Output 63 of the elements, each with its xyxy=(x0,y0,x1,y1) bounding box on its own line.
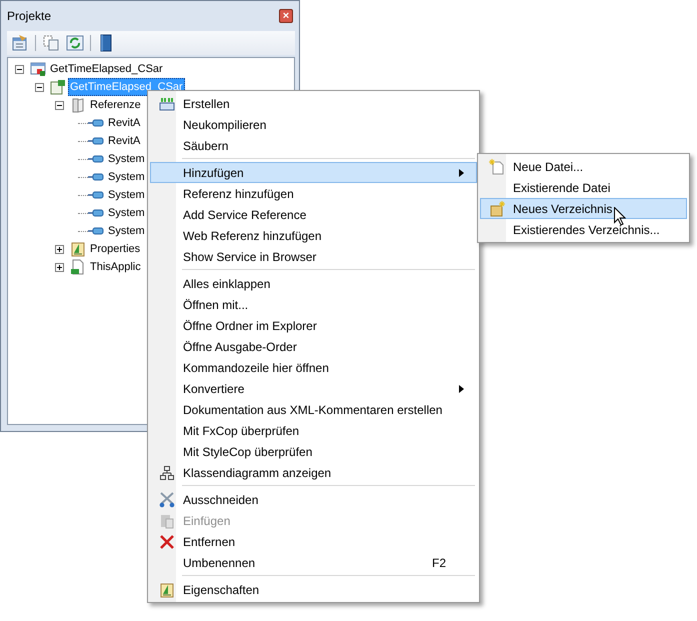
new-file-icon xyxy=(489,158,505,174)
expander[interactable] xyxy=(35,82,44,92)
tree-item[interactable]: Properties xyxy=(88,240,142,258)
menu-item[interactable]: Konvertiere xyxy=(150,378,477,399)
expander[interactable] xyxy=(55,100,64,110)
menu-item[interactable]: Hinzufügen xyxy=(150,162,477,183)
tree-item[interactable]: System xyxy=(106,150,147,168)
panel-title: Projekte xyxy=(7,9,52,23)
menu-item[interactable]: Neukompilieren xyxy=(150,114,477,135)
build-icon xyxy=(159,96,175,112)
menu-item[interactable]: Öffnen mit... xyxy=(150,294,477,315)
menu-item[interactable]: Ausschneiden xyxy=(150,489,477,510)
menu-item[interactable]: Entfernen xyxy=(150,531,477,552)
tree-item[interactable]: RevitA xyxy=(106,132,142,150)
refresh-icon[interactable] xyxy=(66,34,84,52)
solution-icon xyxy=(30,61,46,77)
tree-item[interactable]: RevitA xyxy=(106,114,142,132)
tree-item[interactable]: System xyxy=(106,204,147,222)
tree-item[interactable]: ThisApplic xyxy=(88,258,143,276)
menu-item[interactable]: Eigenschaften xyxy=(150,579,477,600)
menu-item[interactable]: Alles einklappen xyxy=(150,273,477,294)
menu-item[interactable]: Neues Verzeichnis xyxy=(480,198,687,219)
menu-item[interactable]: Web Referenz hinzufügen xyxy=(150,225,477,246)
tree-item[interactable]: System xyxy=(106,222,147,240)
diagram-icon xyxy=(159,464,175,480)
menu-item[interactable]: Klassendiagramm anzeigen xyxy=(150,462,477,483)
menu-item[interactable]: Mit FxCop überprüfen xyxy=(150,420,477,441)
mouse-cursor-icon xyxy=(614,207,626,226)
menu-item[interactable]: Dokumentation aus XML-Kommentaren erstellen xyxy=(150,399,477,420)
menu-item[interactable]: Öffne Ordner im Explorer xyxy=(150,315,477,336)
expander[interactable] xyxy=(55,244,64,254)
menu-item[interactable]: Add Service Reference xyxy=(150,204,477,225)
menu-item[interactable]: Umbenennen F2 xyxy=(150,552,477,573)
properties-icon[interactable] xyxy=(11,34,29,52)
menu-item[interactable]: Existierendes Verzeichnis... xyxy=(480,219,687,240)
submenu-arrow-icon xyxy=(459,384,464,392)
expander[interactable] xyxy=(55,262,64,272)
close-button[interactable]: × xyxy=(279,9,293,23)
expander[interactable] xyxy=(15,64,24,74)
copy-icon[interactable] xyxy=(42,34,60,52)
new-folder-icon xyxy=(489,200,505,216)
tree-item[interactable]: GetTimeElapsed_CSar xyxy=(48,60,165,78)
tree-item[interactable]: System xyxy=(106,168,147,186)
properties-icon xyxy=(159,582,175,598)
menu-item[interactable]: Öffne Ausgabe-Order xyxy=(150,336,477,357)
clipboard-icon xyxy=(159,512,175,528)
properties-icon xyxy=(70,241,86,257)
menu-item[interactable]: Säubern xyxy=(150,135,477,156)
menu-item[interactable]: Kommandozeile hier öffnen xyxy=(150,357,477,378)
menu-item[interactable]: Referenz hinzufügen xyxy=(150,183,477,204)
menu-item[interactable]: Neue Datei... xyxy=(480,156,687,177)
code-file-icon xyxy=(70,259,86,275)
delete-icon xyxy=(159,534,175,550)
menu-item[interactable]: Erstellen xyxy=(150,93,477,114)
menu-item[interactable]: Show Service in Browser xyxy=(150,246,477,267)
book-icon xyxy=(70,97,86,113)
tree-item[interactable]: Referenze xyxy=(88,96,143,114)
menu-item[interactable]: Existierende Datei xyxy=(480,177,687,198)
submenu-arrow-icon xyxy=(459,168,464,176)
menu-item[interactable]: Mit StyleCop überprüfen xyxy=(150,441,477,462)
scissors-icon xyxy=(159,492,175,508)
tree-item[interactable]: System xyxy=(106,186,147,204)
project-icon xyxy=(50,79,66,95)
